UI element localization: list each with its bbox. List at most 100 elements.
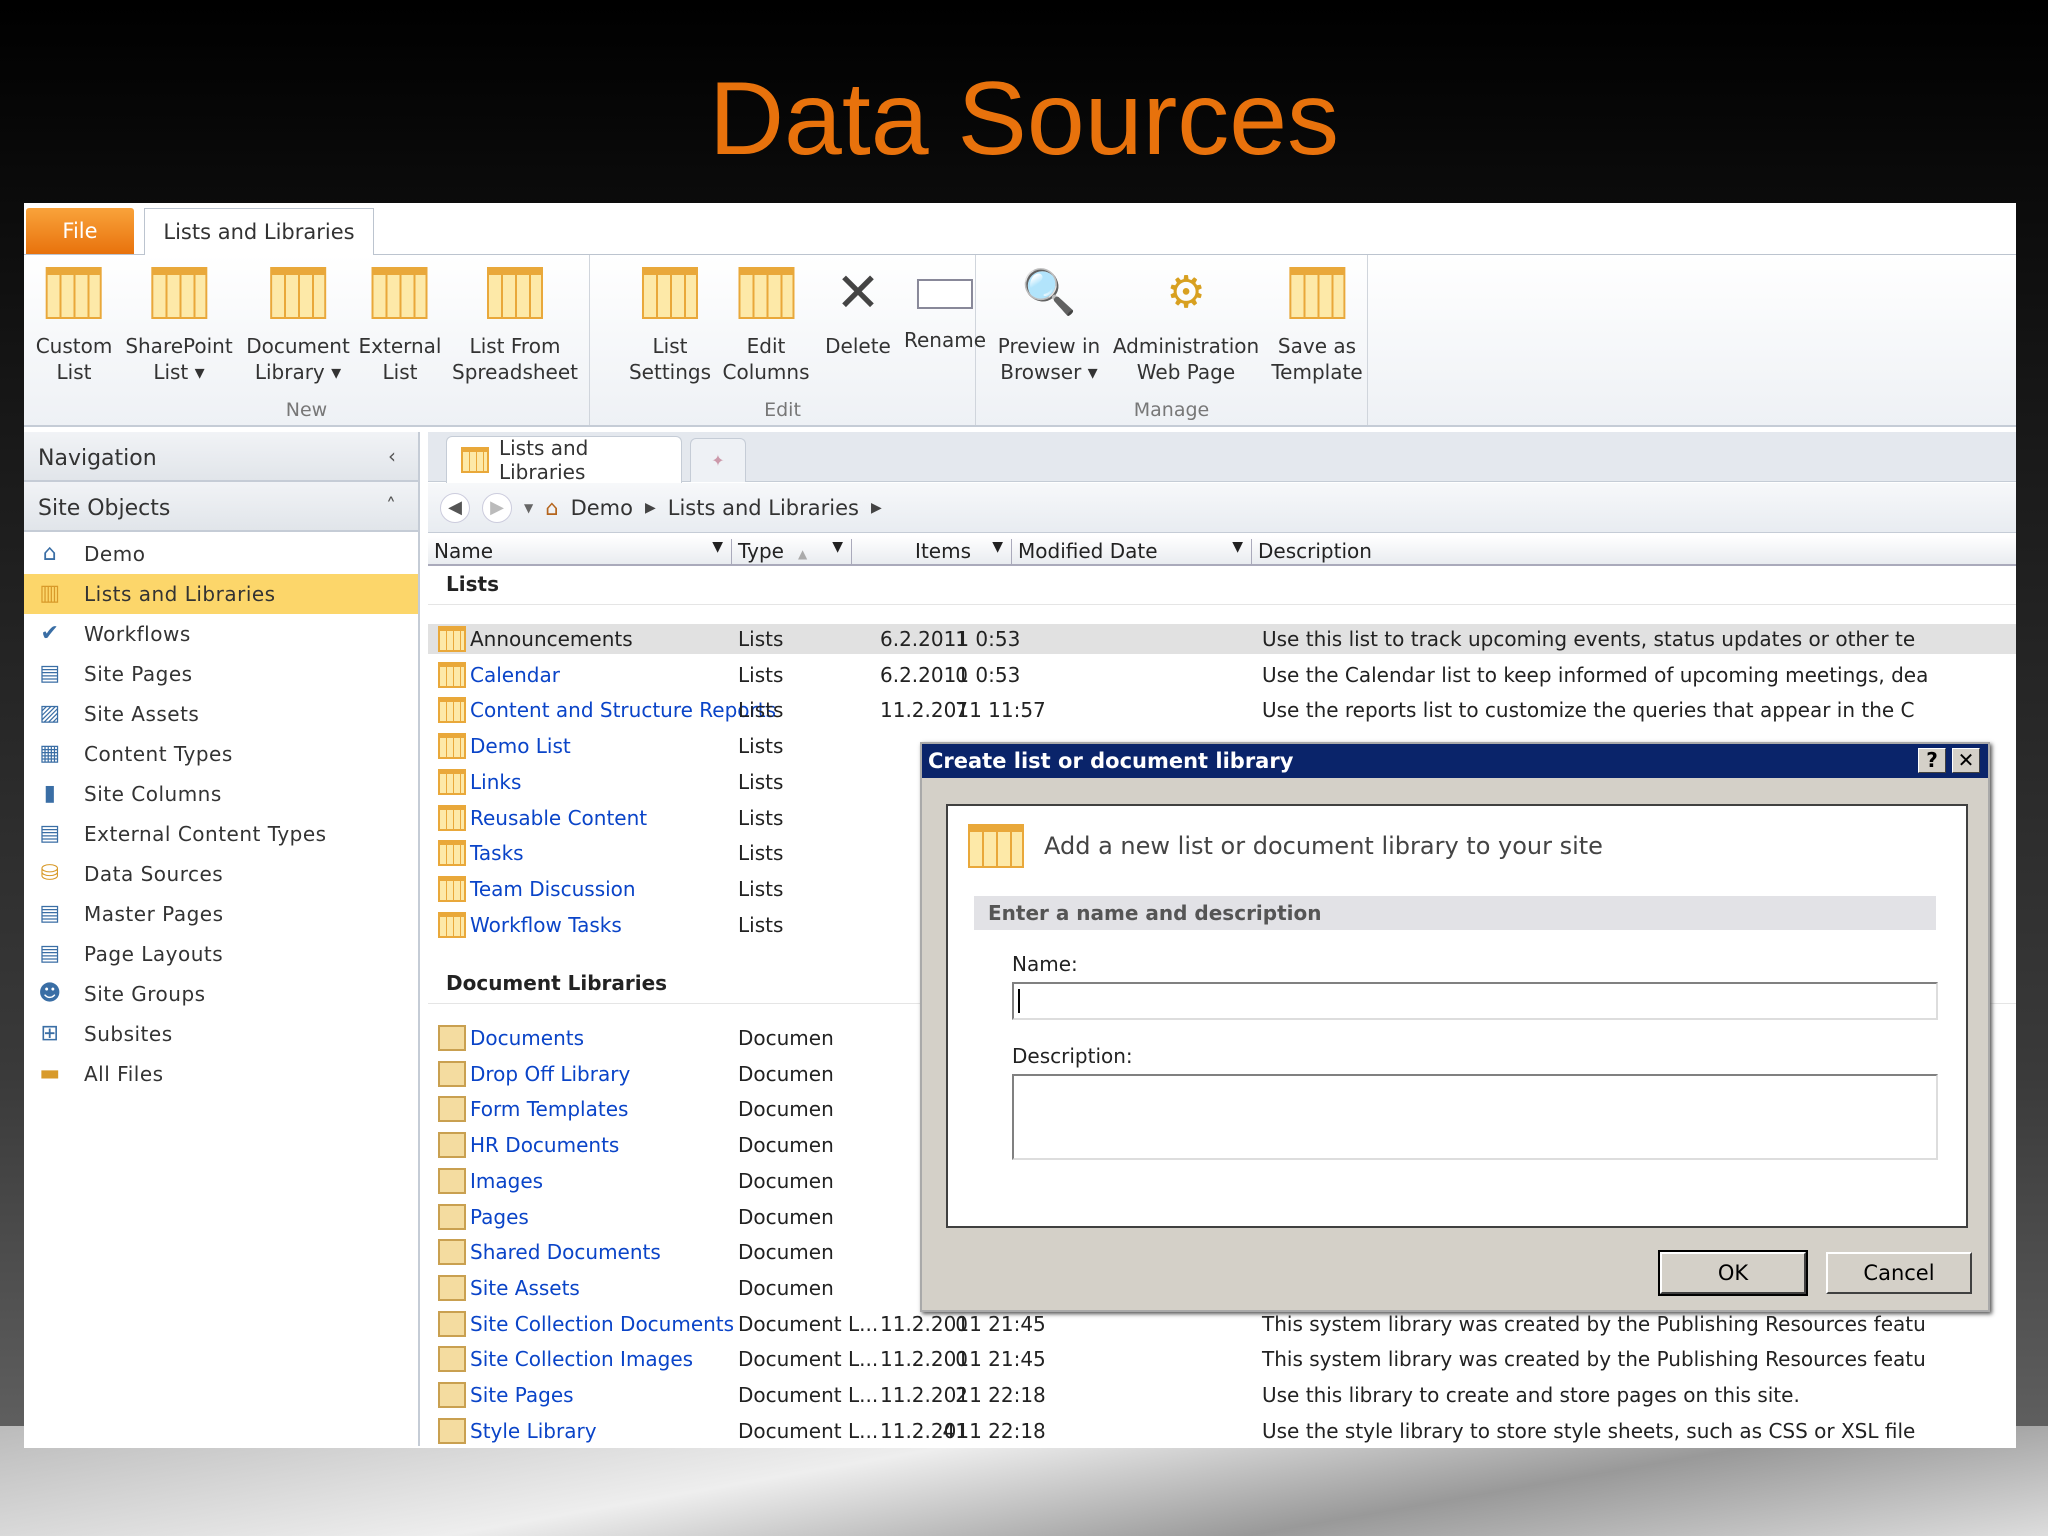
ribbon-button-delete[interactable]: ✕ Delete <box>825 261 891 385</box>
cell-name[interactable]: Content and Structure Reports <box>470 698 776 722</box>
cell-name[interactable]: Calendar <box>470 663 560 687</box>
table-row[interactable]: Content and Structure Reports Lists 7 11.2.… <box>428 695 2016 725</box>
filter-dropdown-icon[interactable]: ▼ <box>832 539 843 555</box>
description-input[interactable] <box>1012 1074 1938 1160</box>
sidebar-item-site-groups[interactable]: ☻ Site Groups <box>24 974 418 1014</box>
filter-dropdown-icon[interactable]: ▼ <box>712 539 723 555</box>
name-input[interactable] <box>1012 982 1938 1020</box>
filter-dropdown-icon[interactable]: ▼ <box>992 539 1003 555</box>
cell-name[interactable]: Team Discussion <box>470 877 636 901</box>
ribbon-button-custom-list[interactable]: Custom List <box>36 261 112 385</box>
cell-name[interactable]: Style Library <box>470 1419 597 1443</box>
table-row[interactable]: Calendar Lists 0 6.2.2011 0:53 Use the Calen… <box>428 660 2016 690</box>
column-modified[interactable]: Modified Date ▼ <box>1012 539 1252 565</box>
site-objects-header[interactable]: Site Objects ˄ <box>24 482 418 532</box>
column-items[interactable]: Items ▼ <box>852 539 1012 565</box>
cell-name[interactable]: Pages <box>470 1205 529 1229</box>
button-label: List From <box>469 334 561 358</box>
help-button[interactable]: ? <box>1918 748 1946 773</box>
group-label: Edit <box>764 399 801 421</box>
chevron-right-icon: ▶ <box>644 499 656 516</box>
new-tab-icon[interactable]: ✦ <box>690 438 746 482</box>
sidebar-item-site-assets[interactable]: ▨ Site Assets <box>24 694 418 734</box>
section-document-libraries: Document Libraries <box>446 971 668 995</box>
sidebar-item-content-types[interactable]: ▦ Content Types <box>24 734 418 774</box>
ribbon-button-list-from-spreadsheet[interactable]: List From Spreadsheet <box>452 261 578 385</box>
description-label: Description: <box>1012 1044 1133 1068</box>
sidebar-icon: ▥ <box>39 581 61 606</box>
cell-name[interactable]: Demo List <box>470 734 571 758</box>
collapse-icon[interactable]: ‹ <box>388 444 396 468</box>
table-row[interactable]: Announcements Lists 1 6.2.2011 0:53 Use this… <box>428 624 2016 654</box>
ribbon-button-save-as-template[interactable]: Save as Template <box>1271 261 1363 385</box>
cell-name[interactable]: HR Documents <box>470 1133 619 1157</box>
ribbon-button-sharepoint-list[interactable]: SharePoint List ▾ <box>125 261 233 385</box>
close-button[interactable]: ✕ <box>1952 748 1980 773</box>
cell-name[interactable]: Site Collection Images <box>470 1347 693 1371</box>
cell-name[interactable]: Images <box>470 1169 543 1193</box>
library-icon <box>438 1382 466 1408</box>
sidebar-item-workflows[interactable]: ✔ Workflows <box>24 614 418 654</box>
ok-button[interactable]: OK <box>1658 1250 1808 1296</box>
ribbon-button-administration-web-page[interactable]: ⚙ Administration Web Page <box>1113 261 1259 385</box>
cell-name[interactable]: Links <box>470 770 521 794</box>
history-dropdown-icon[interactable]: ▼ <box>524 501 533 515</box>
list-icon <box>438 804 466 831</box>
sidebar-item-page-layouts[interactable]: ▤ Page Layouts <box>24 934 418 974</box>
sidebar-item-label: Site Pages <box>84 662 193 686</box>
group-label: Manage <box>1133 399 1210 421</box>
cell-name[interactable]: Drop Off Library <box>470 1062 630 1086</box>
breadcrumb-lists-and-libraries[interactable]: Lists and Libraries <box>668 496 859 520</box>
cell-name[interactable]: Announcements <box>470 627 633 651</box>
cell-name[interactable]: Reusable Content <box>470 806 647 830</box>
cell-name[interactable]: Form Templates <box>470 1097 628 1121</box>
ribbon-button-rename[interactable]: Rename <box>904 261 986 379</box>
table-row[interactable]: Site Collection Images Document L... 0 11.2… <box>428 1344 2016 1374</box>
filter-dropdown-icon[interactable]: ▼ <box>1232 539 1243 555</box>
sidebar-item-site-pages[interactable]: ▤ Site Pages <box>24 654 418 694</box>
cell-type: Lists <box>738 769 784 794</box>
sidebar-item-all-files[interactable]: ▬ All Files <box>24 1054 418 1094</box>
tab-lists-and-libraries-doc[interactable]: Lists and Libraries <box>446 436 682 484</box>
ribbon-button-external-list[interactable]: External List <box>359 261 441 385</box>
cell-name[interactable]: Workflow Tasks <box>470 913 622 937</box>
forward-icon[interactable]: ▶ <box>482 492 512 523</box>
column-name[interactable]: Name ▼ <box>428 539 732 565</box>
cell-name[interactable]: Site Assets <box>470 1276 580 1300</box>
ribbon-button-list-settings[interactable]: List Settings <box>629 261 711 385</box>
chevron-up-icon[interactable]: ˄ <box>386 494 396 518</box>
cell-name[interactable]: Site Collection Documents <box>470 1312 734 1336</box>
sidebar-item-demo[interactable]: ⌂ Demo <box>24 534 418 574</box>
sidebar-item-site-columns[interactable]: ▮ Site Columns <box>24 774 418 814</box>
table-row[interactable]: Site Collection Documents Document L... 0 1… <box>428 1309 2016 1339</box>
breadcrumb-demo[interactable]: Demo <box>571 496 633 520</box>
list-icon <box>438 768 466 795</box>
cell-date: 11.2.2011 21:45 <box>880 1311 1046 1336</box>
cell-type: Lists <box>738 662 784 687</box>
cancel-button[interactable]: Cancel <box>1826 1252 1972 1294</box>
table-row[interactable]: Style Library Document L... 41 11.2.2011 22… <box>428 1416 2016 1446</box>
ribbon-button-edit-columns[interactable]: Edit Columns <box>722 261 810 385</box>
cell-type: Lists <box>738 841 784 866</box>
cell-name[interactable]: Shared Documents <box>470 1240 661 1264</box>
column-description[interactable]: Description <box>1252 539 2016 565</box>
back-icon[interactable]: ◀ <box>440 492 470 523</box>
cell-name[interactable]: Tasks <box>470 841 524 865</box>
sidebar-item-lists-and-libraries[interactable]: ▥ Lists and Libraries <box>24 574 418 614</box>
sort-ascending-icon: ▲ <box>797 547 808 561</box>
file-tab[interactable]: File <box>26 208 134 254</box>
cell-name[interactable]: Documents <box>470 1026 584 1050</box>
ribbon-button-preview-in-browser[interactable]: 🔍 Preview in Browser ▾ <box>998 261 1100 385</box>
ribbon-button-document-library[interactable]: Document Library ▾ <box>246 261 350 385</box>
sidebar-item-data-sources[interactable]: ⛁ Data Sources <box>24 854 418 894</box>
sidebar-item-subsites[interactable]: ⊞ Subsites <box>24 1014 418 1054</box>
cell-name[interactable]: Site Pages <box>470 1383 574 1407</box>
sidebar-item-external-content-types[interactable]: ▤ External Content Types <box>24 814 418 854</box>
sidebar-item-master-pages[interactable]: ▤ Master Pages <box>24 894 418 934</box>
cell-type: Document L... <box>738 1311 879 1336</box>
list-icon <box>438 875 466 902</box>
column-type[interactable]: Type ▲ ▼ <box>732 539 852 565</box>
table-row[interactable]: Site Pages Document L... 2 11.2.2011 22:18 U… <box>428 1380 2016 1410</box>
button-label: List <box>56 360 92 384</box>
tab-lists-and-libraries[interactable]: Lists and Libraries <box>144 208 374 256</box>
